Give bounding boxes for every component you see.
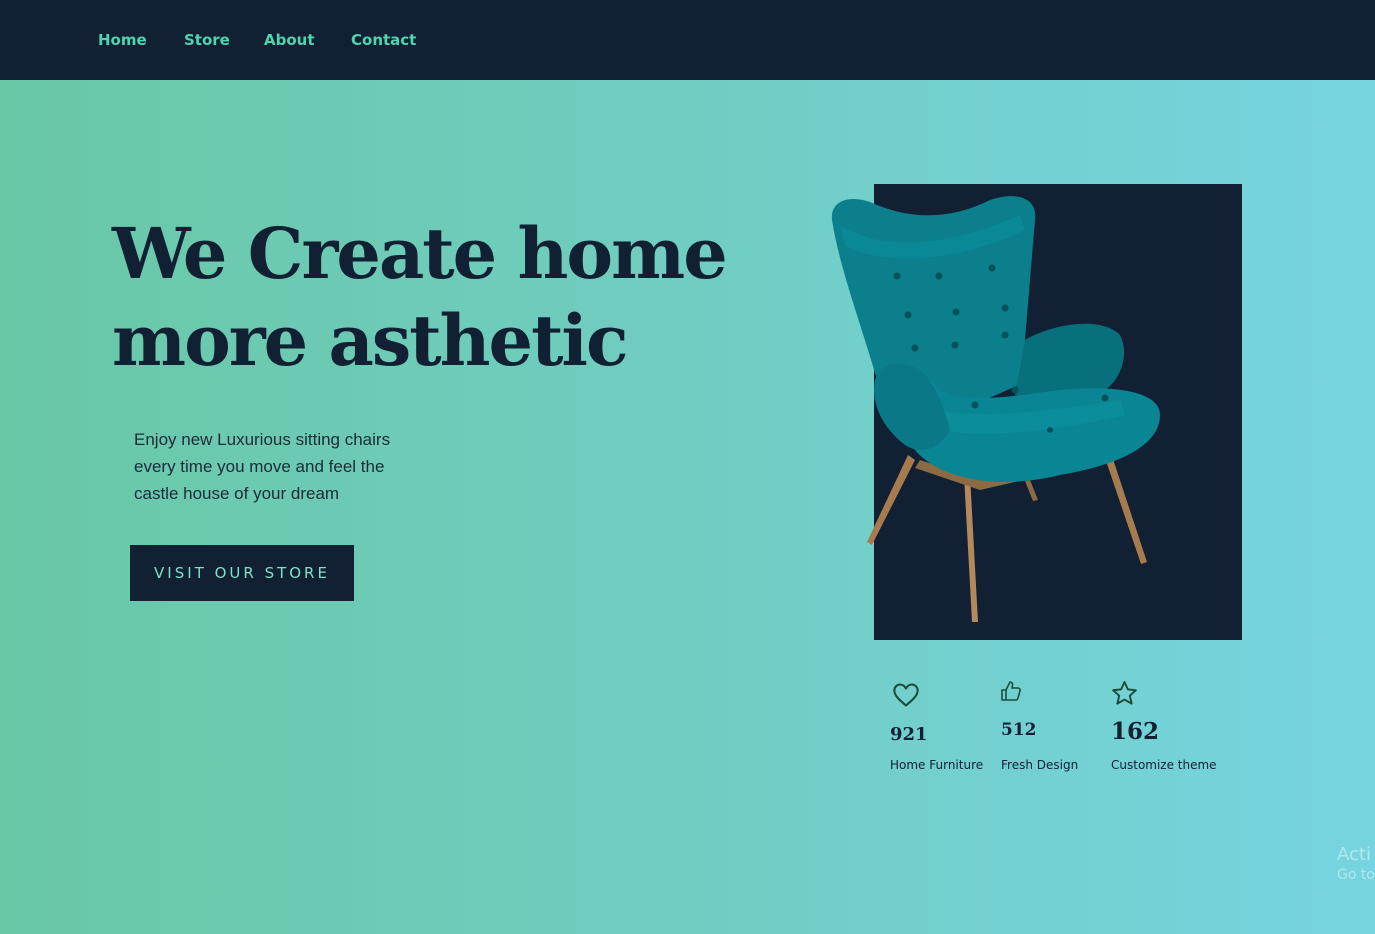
hero-subtitle-line-2: every time you move and feel the [134,457,385,476]
heart-icon [893,683,919,707]
hero-title-line-1: We Create home [112,212,728,295]
stat-value: 512 [1001,720,1037,740]
watermark-line-2: Go to [1337,867,1375,883]
chair-image [831,196,1160,622]
watermark-line-1: Acti [1337,844,1371,865]
nav-home-link[interactable]: Home [98,31,147,49]
hero-subtitle-line-1: Enjoy new Luxurious sitting chairs [134,430,391,449]
hero-subtitle-line-3: castle house of your dream [134,484,340,503]
hero-subtitle: Enjoy new Luxurious sitting chairs every… [134,426,434,507]
thumbs-up-icon [1001,681,1021,701]
nav-about-link[interactable]: About [264,31,315,49]
stat-label: Fresh Design [1001,758,1079,772]
stat-value: 162 [1111,718,1160,745]
stat-label: Customize theme [1111,758,1217,772]
navbar: Home Store About Contact [0,0,1375,80]
activation-watermark: Acti Go to [1337,844,1375,883]
stat-value: 921 [890,724,928,745]
hero-title-line-2: more asthetic [112,299,629,382]
hero-title: We Create home more asthetic [112,210,732,384]
stat-label: Home Furniture [890,758,984,772]
nav-store-link[interactable]: Store [184,31,230,49]
star-icon [1112,681,1137,705]
visit-store-button[interactable]: VISIT OUR STORE [130,545,354,601]
nav-contact-link[interactable]: Contact [351,31,416,49]
